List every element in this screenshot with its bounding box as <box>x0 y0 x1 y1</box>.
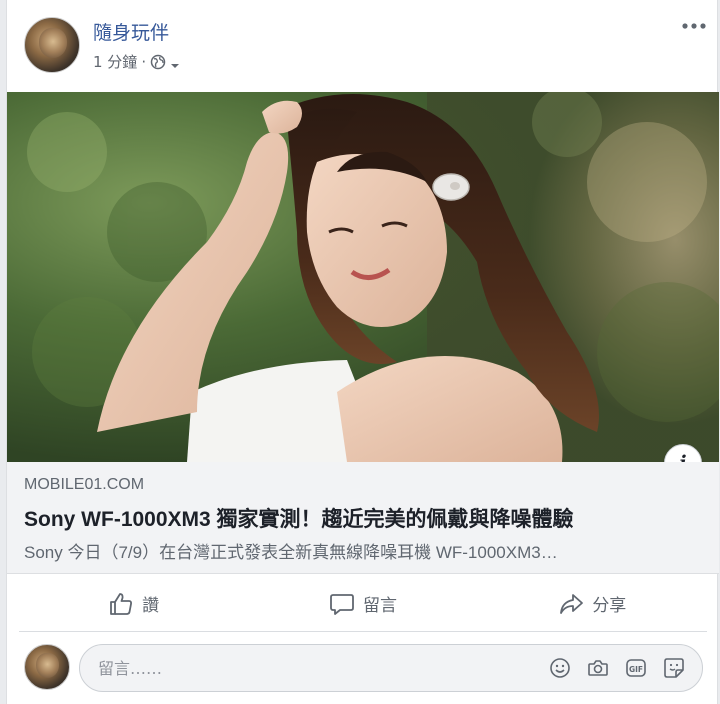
camera-icon[interactable] <box>586 656 610 680</box>
comment-composer: GIF <box>7 634 719 704</box>
comment-box[interactable]: GIF <box>79 644 703 692</box>
emoji-icon[interactable] <box>548 656 572 680</box>
post-card: 隨身玩伴 1 分鐘 · MOBILE01.COM Sony WF-1000XM3… <box>6 0 719 704</box>
page-name-link[interactable]: 隨身玩伴 <box>93 18 169 45</box>
link-title[interactable]: Sony WF-1000XM3 獨家實測！趨近完美的佩戴與降噪體驗 <box>24 503 574 533</box>
share-label: 分享 <box>592 596 627 616</box>
sticker-icon[interactable] <box>662 656 686 680</box>
comment-button[interactable]: 留言 <box>248 576 477 631</box>
link-preview-image[interactable] <box>7 92 719 462</box>
link-domain: MOBILE01.COM <box>24 476 145 493</box>
like-button[interactable]: 讚 <box>19 576 248 631</box>
thumbs-up-icon <box>108 591 134 617</box>
svg-text:GIF: GIF <box>629 665 643 674</box>
action-bar: 讚 留言 分享 <box>19 576 707 632</box>
page-avatar[interactable] <box>24 17 80 73</box>
link-preview-box[interactable]: MOBILE01.COM Sony WF-1000XM3 獨家實測！趨近完美的佩… <box>7 462 719 574</box>
comment-label: 留言 <box>362 596 397 616</box>
link-description: Sony 今日（7/9）在台灣正式發表全新真無線降噪耳機 WF-1000XM3… <box>24 543 558 562</box>
share-button[interactable]: 分享 <box>478 576 707 631</box>
comment-input[interactable] <box>80 658 548 678</box>
chevron-down-icon[interactable] <box>170 57 180 68</box>
post-time[interactable]: 1 分鐘 <box>93 51 137 72</box>
gif-icon[interactable]: GIF <box>624 656 648 680</box>
meta-separator: · <box>141 52 147 71</box>
share-arrow-icon <box>558 591 584 617</box>
globe-icon[interactable] <box>150 54 166 70</box>
post-meta: 1 分鐘 · <box>93 51 180 72</box>
post-header: 隨身玩伴 1 分鐘 · <box>7 0 719 92</box>
composer-icons: GIF <box>548 656 702 680</box>
speech-bubble-icon <box>329 591 355 617</box>
like-label: 讚 <box>142 596 160 616</box>
user-avatar[interactable] <box>24 644 70 690</box>
more-dots-icon[interactable] <box>681 16 707 36</box>
